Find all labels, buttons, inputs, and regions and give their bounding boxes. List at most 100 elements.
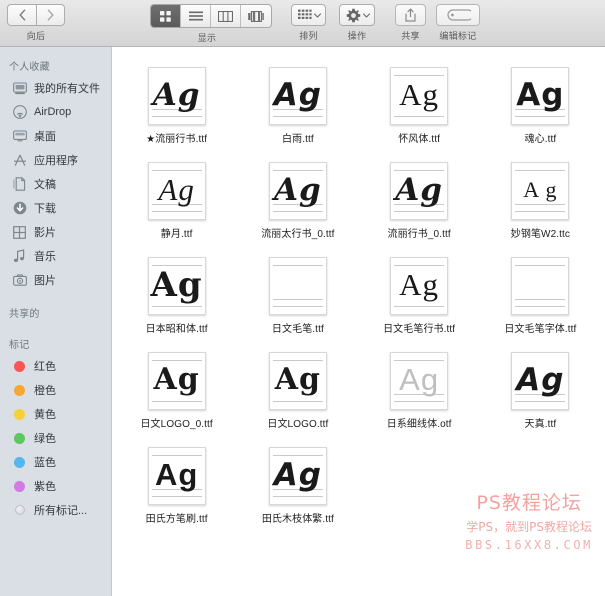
sidebar-item-label: 桌面 (34, 131, 56, 143)
font-preview-glyph: Ag (150, 265, 203, 305)
applications-icon (12, 153, 27, 168)
action-button[interactable] (339, 4, 375, 26)
font-preview-glyph: Ag (399, 267, 440, 302)
share-group: 共享 (395, 4, 426, 42)
file-name: 天真.ttf (524, 419, 557, 430)
finder-window: 向后 显示 排列 操作 共享 编辑标记 个人收藏 我的所有文件 AirDrop … (0, 0, 605, 596)
file-item[interactable]: Ag 魂心.ttf (480, 57, 601, 152)
file-name: 妙钢笔W2.ttc (510, 229, 570, 240)
sidebar-tag-green[interactable]: 绿色 (0, 426, 111, 450)
chevron-right-icon (47, 9, 54, 21)
file-item[interactable]: Ag 流丽太行书_0.ttf (237, 152, 358, 247)
font-preview-thumbnail: Ag (390, 67, 449, 125)
file-item[interactable]: Ag 静月.ttf (116, 152, 237, 247)
arrange-button[interactable] (291, 4, 326, 26)
file-name: 白雨.ttf (282, 134, 314, 145)
file-name: 日文毛笔字体.ttf (504, 324, 577, 335)
file-item[interactable]: Ag 流丽行书_0.ttf (359, 152, 480, 247)
sidebar-tag-all-tags[interactable]: 所有标记... (0, 498, 111, 522)
file-name: 日文毛笔行书.ttf (383, 324, 456, 335)
sidebar-item-desktop[interactable]: 桌面 (0, 124, 111, 148)
chevron-left-icon (19, 9, 25, 21)
file-list-area[interactable]: Ag ★流丽行书.ttf Ag 白雨.ttf Ag 怀风体.ttf Ag 魂心.… (112, 47, 605, 596)
forward-button[interactable] (36, 4, 65, 26)
font-preview-thumbnail (511, 257, 570, 315)
share-button[interactable] (395, 4, 426, 26)
tag-dot-icon (12, 383, 27, 398)
font-preview-glyph: Ag (153, 362, 200, 397)
file-name: 怀风体.ttf (398, 134, 441, 145)
font-preview-glyph: A g (523, 177, 558, 202)
file-name: 日文毛笔.ttf (271, 324, 324, 335)
list-view-button[interactable] (181, 5, 211, 27)
font-preview-glyph: Ag (399, 362, 440, 397)
font-preview-thumbnail: Ag (147, 352, 206, 410)
file-item[interactable]: Ag 田氏木枝体繁.ttf (237, 437, 358, 532)
edit-tags-button[interactable] (436, 4, 480, 26)
tag-dot-icon (12, 359, 27, 374)
sidebar-item-music[interactable]: 音乐 (0, 244, 111, 268)
icon-view-button[interactable] (151, 5, 181, 27)
sidebar-favorites-header: 个人收藏 (9, 62, 50, 73)
sidebar-tag-orange[interactable]: 橙色 (0, 378, 111, 402)
sidebar-item-label: 应用程序 (34, 155, 78, 167)
back-button[interactable] (7, 4, 36, 26)
sidebar-item-downloads[interactable]: 下载 (0, 196, 111, 220)
file-item[interactable]: A g 妙钢笔W2.ttc (480, 152, 601, 247)
sidebar-item-applications[interactable]: 应用程序 (0, 148, 111, 172)
documents-icon (12, 177, 27, 192)
file-name: 静月.ttf (160, 229, 193, 240)
view-segmented-control[interactable] (150, 4, 272, 28)
file-item[interactable]: Ag 怀风体.ttf (359, 57, 480, 152)
sidebar-tag-yellow[interactable]: 黄色 (0, 402, 111, 426)
chevron-down-icon (363, 12, 370, 18)
file-item[interactable]: 日文毛笔.ttf (237, 247, 358, 342)
sidebar-tag-label: 红色 (34, 361, 56, 373)
font-preview-thumbnail: Ag (147, 257, 206, 315)
tag-dot-icon (12, 479, 27, 494)
file-item[interactable]: Ag 日文LOGO.ttf (237, 342, 358, 437)
music-icon (12, 249, 27, 264)
sidebar-tags-header: 标记 (9, 340, 30, 351)
sidebar-item-label: 下载 (34, 203, 56, 215)
sidebar-item-pictures[interactable]: 图片 (0, 268, 111, 292)
sidebar-tag-red[interactable]: 红色 (0, 354, 111, 378)
sidebar-item-airdrop[interactable]: AirDrop (0, 100, 111, 124)
sidebar-tag-purple[interactable]: 紫色 (0, 474, 111, 498)
file-item[interactable]: 日文毛笔字体.ttf (480, 247, 601, 342)
column-view-icon (218, 10, 233, 22)
file-name: 日本昭和体.ttf (145, 324, 208, 335)
font-preview-thumbnail: Ag (268, 352, 327, 410)
file-item[interactable]: Ag 天真.ttf (480, 342, 601, 437)
sidebar-item-label: 我的所有文件 (34, 83, 100, 95)
share-label: 共享 (401, 31, 420, 41)
font-preview-thumbnail: Ag (268, 67, 327, 125)
sidebar-tag-label: 绿色 (34, 433, 56, 445)
file-item[interactable]: Ag 日本昭和体.ttf (116, 247, 237, 342)
font-preview-thumbnail (268, 257, 327, 315)
file-item[interactable]: Ag 白雨.ttf (237, 57, 358, 152)
tag-dot-icon (12, 431, 27, 446)
file-name: 流丽行书_0.ttf (387, 229, 451, 240)
edit-tags-label: 编辑标记 (439, 31, 477, 41)
sidebar-item-movies[interactable]: 影片 (0, 220, 111, 244)
font-preview-glyph: Ag (152, 77, 201, 113)
sidebar-item-documents[interactable]: 文稿 (0, 172, 111, 196)
file-item[interactable]: Ag 日文LOGO_0.ttf (116, 342, 237, 437)
sidebar-item-all-my-files[interactable]: 我的所有文件 (0, 76, 111, 100)
font-preview-thumbnail: Ag (268, 162, 327, 220)
chevron-down-icon (314, 12, 321, 18)
file-item[interactable]: Ag ★流丽行书.ttf (116, 57, 237, 152)
file-name: 日文LOGO_0.ttf (140, 419, 213, 430)
file-item[interactable]: Ag 田氏方笔刷.ttf (116, 437, 237, 532)
font-preview-thumbnail: Ag (147, 67, 206, 125)
coverflow-view-button[interactable] (241, 5, 271, 27)
sidebar-tag-label: 橙色 (34, 385, 56, 397)
file-item[interactable]: Ag 日系细线体.otf (359, 342, 480, 437)
finder-sidebar: 个人收藏 我的所有文件 AirDrop 桌面 应用程序 文稿 下载 影片 音乐 … (0, 47, 112, 596)
column-view-button[interactable] (211, 5, 241, 27)
coverflow-view-icon (248, 10, 264, 22)
file-item[interactable]: Ag 日文毛笔行书.ttf (359, 247, 480, 342)
sidebar-tag-blue[interactable]: 蓝色 (0, 450, 111, 474)
